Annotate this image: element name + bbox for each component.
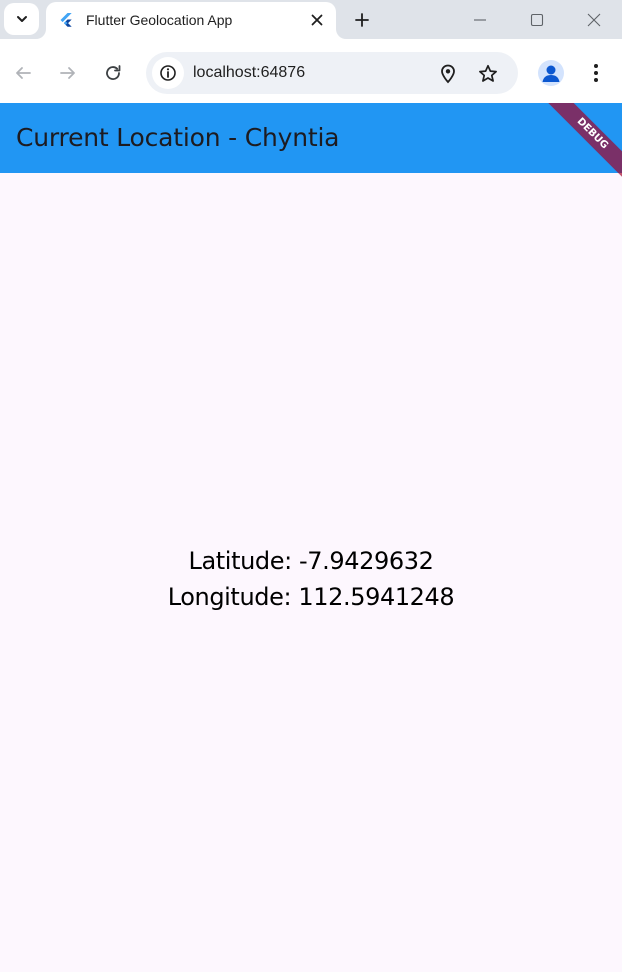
back-button[interactable] xyxy=(9,59,37,87)
tab-close-button[interactable] xyxy=(308,11,326,29)
minimize-button[interactable] xyxy=(466,6,494,34)
browser-menu-button[interactable] xyxy=(583,60,609,86)
bookmark-button[interactable] xyxy=(475,61,501,87)
close-icon xyxy=(311,14,323,26)
close-icon xyxy=(587,13,601,27)
minimize-icon xyxy=(474,19,486,21)
info-icon xyxy=(160,65,176,81)
browser-tab[interactable]: Flutter Geolocation App xyxy=(46,2,336,39)
maximize-icon xyxy=(530,13,544,27)
reload-icon xyxy=(106,65,121,80)
profile-button[interactable] xyxy=(538,60,564,86)
coordinates-display: Latitude: -7.9429632 Longitude: 112.5941… xyxy=(0,543,622,615)
flutter-logo-icon xyxy=(60,13,72,27)
new-tab-button[interactable] xyxy=(349,7,375,33)
kebab-menu-icon xyxy=(594,64,598,82)
plus-icon xyxy=(355,13,369,27)
flutter-app: Current Location - Chyntia DEBUG Latitud… xyxy=(0,103,622,972)
location-permission-button[interactable] xyxy=(435,61,461,87)
forward-button[interactable] xyxy=(54,59,82,87)
browser-toolbar: localhost:64876 xyxy=(0,39,622,103)
tab-strip: Flutter Geolocation App xyxy=(0,0,622,39)
star-icon xyxy=(479,64,497,82)
reload-button[interactable] xyxy=(99,59,127,87)
chevron-down-icon xyxy=(16,16,27,22)
site-info-button[interactable] xyxy=(152,57,184,89)
app-body: Latitude: -7.9429632 Longitude: 112.5941… xyxy=(0,173,622,972)
app-bar: Current Location - Chyntia xyxy=(0,103,622,173)
person-icon xyxy=(542,65,560,82)
tab-title: Flutter Geolocation App xyxy=(86,12,233,28)
location-pin-icon xyxy=(441,64,455,84)
url-text[interactable]: localhost:64876 xyxy=(193,64,305,82)
browser-chrome: Flutter Geolocation App localhost:64876 xyxy=(0,0,622,103)
arrow-right-icon xyxy=(60,67,75,79)
tab-search-button[interactable] xyxy=(4,3,39,35)
maximize-button[interactable] xyxy=(523,6,551,34)
longitude-text: Longitude: 112.5941248 xyxy=(167,583,455,611)
page-title: Current Location - Chyntia xyxy=(16,123,340,152)
latitude-text: Latitude: -7.9429632 xyxy=(188,547,434,575)
arrow-left-icon xyxy=(16,67,31,79)
window-close-button[interactable] xyxy=(580,6,608,34)
address-bar[interactable]: localhost:64876 xyxy=(146,52,518,94)
